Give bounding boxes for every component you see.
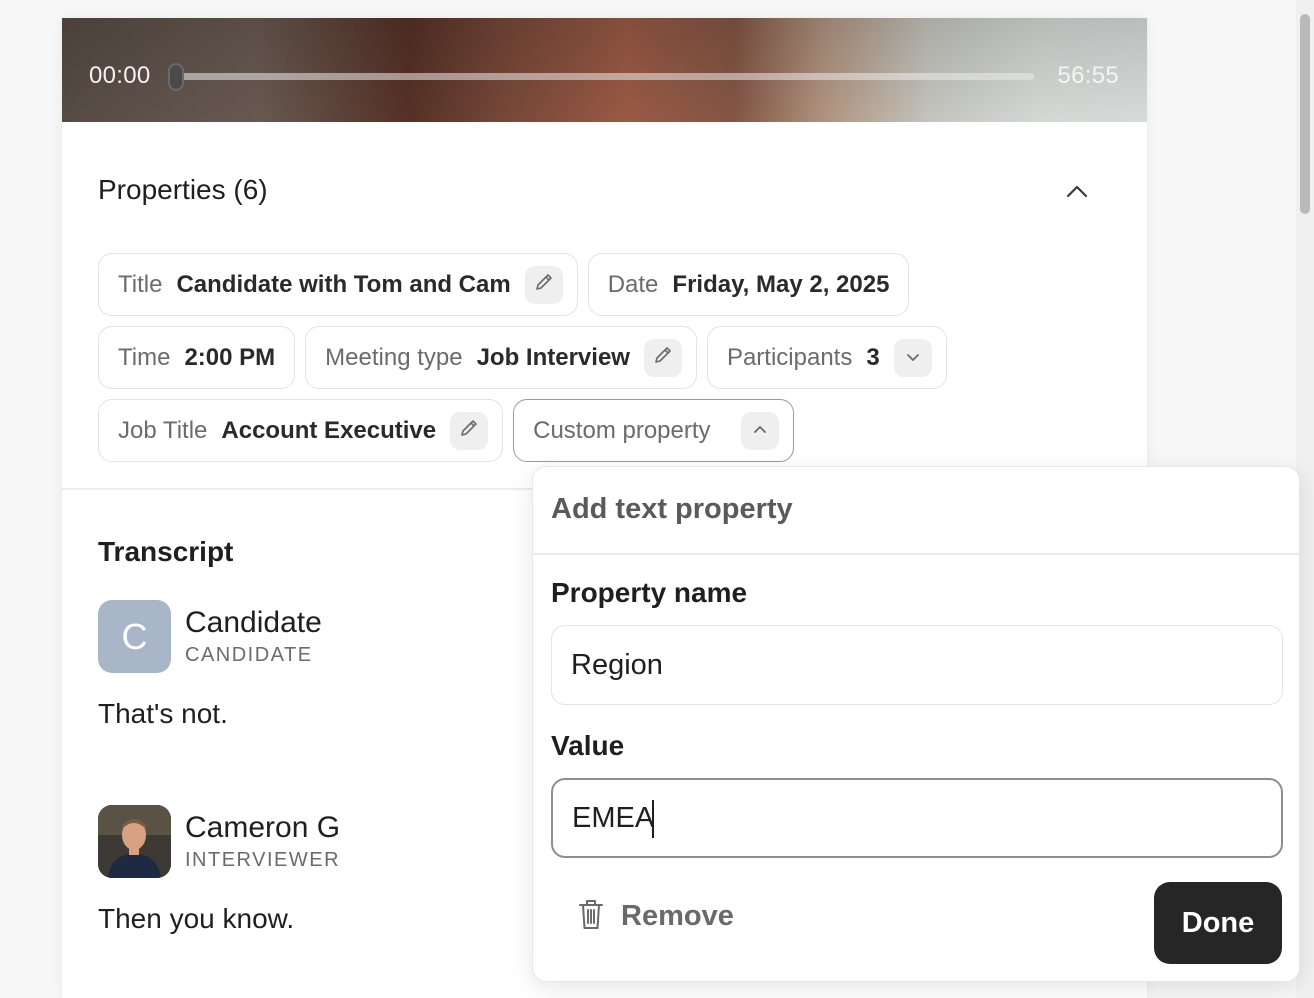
avatar: C [98,600,171,673]
property-value: Account Executive [221,416,437,444]
property-value: Job Interview [476,343,630,371]
expand-participants-button[interactable] [893,338,932,377]
property-chip-meeting-type[interactable]: Meeting type Job Interview [305,326,697,389]
chevron-up-icon [753,422,767,440]
transcript-heading: Transcript [98,536,234,567]
property-chip-custom[interactable]: Custom property [513,399,794,462]
value-label: Value [551,730,625,761]
speaker-name: Cameron G [185,811,341,844]
speaker-cameron: Cameron G INTERVIEWER [98,805,340,878]
pencil-icon [458,417,480,444]
transcript-text: That's not. [98,698,228,729]
chevron-down-icon [906,349,920,367]
collapse-properties-button[interactable] [1062,178,1092,208]
properties-heading: Properties (6) [98,174,268,205]
trash-icon [577,897,605,936]
edit-meeting-type-button[interactable] [643,338,682,377]
property-chip-time[interactable]: Time 2:00 PM [98,326,296,389]
property-label: Participants [726,343,853,371]
property-value: Friday, May 2, 2025 [672,270,890,298]
property-label: Date [607,270,659,298]
property-value: 3 [866,343,880,371]
speaker-role: CANDIDATE [185,644,313,666]
remove-label: Remove [621,900,734,932]
property-name-input[interactable] [551,625,1283,705]
avatar [98,805,171,878]
property-chip-date[interactable]: Date Friday, May 2, 2025 [587,253,910,316]
edit-title-button[interactable] [524,265,563,304]
done-button[interactable]: Done [1154,882,1282,964]
property-chip-title[interactable]: Title Candidate with Tom and Cam [98,253,578,316]
pencil-icon [533,271,555,298]
popover-divider [533,553,1299,555]
remove-button[interactable]: Remove [577,897,734,936]
duration: 56:55 [1057,62,1119,89]
property-name-label: Property name [551,577,748,608]
property-chip-participants[interactable]: Participants 3 [706,326,947,389]
edit-job-title-button[interactable] [450,411,489,450]
current-time: 00:00 [89,62,151,89]
property-label: Meeting type [325,343,463,371]
property-value: 2:00 PM [184,343,276,371]
property-chips: Title Candidate with Tom and Cam Date Fr… [98,253,1118,472]
speaker-candidate: C Candidate CANDIDATE [98,600,322,673]
property-label: Time [118,343,171,371]
popover-heading: Add text property [551,493,793,525]
collapse-custom-property-button[interactable] [740,411,779,450]
video-player[interactable]: 00:00 56:55 [62,18,1147,122]
progress-track[interactable] [174,73,1034,80]
property-chip-job-title[interactable]: Job Title Account Executive [98,399,504,462]
add-property-popover: Add text property Property name Value Re… [532,466,1300,982]
text-caret [652,800,654,838]
progress-thumb[interactable] [168,63,184,91]
scrollbar-thumb[interactable] [1300,14,1310,214]
property-label: Job Title [118,416,208,444]
speaker-name: Candidate [185,606,322,639]
speaker-role: INTERVIEWER [185,849,341,871]
transcript-text: Then you know. [98,903,295,934]
pencil-icon [652,344,674,371]
property-label: Custom property [533,416,711,444]
chevron-up-icon [1065,184,1089,203]
property-value: Candidate with Tom and Cam [176,270,511,298]
video-overlay [62,18,1147,122]
property-value-input[interactable] [551,778,1283,858]
property-label: Title [118,270,163,298]
page: 00:00 56:55 Properties (6) Title Candida… [0,0,1314,998]
